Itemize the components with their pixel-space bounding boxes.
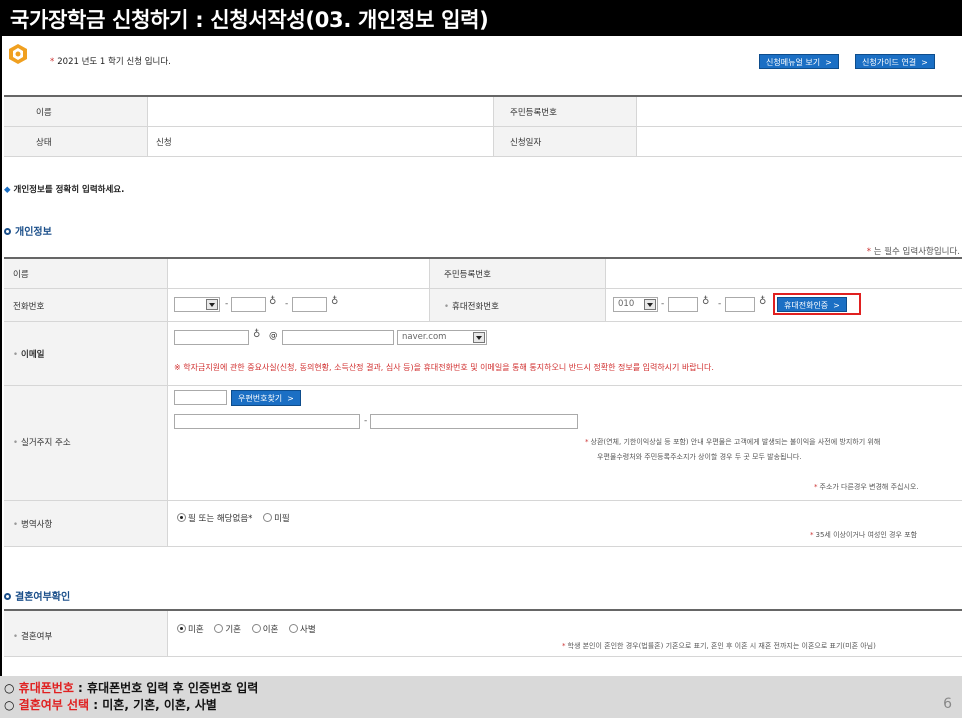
marriage-option-divorced[interactable]: 이혼 (251, 624, 278, 635)
circle-bullet-icon (4, 228, 11, 235)
marriage-radio-group: 미혼 기혼 이혼 사별 (177, 623, 324, 635)
email-domain-input[interactable] (282, 330, 394, 345)
summary-name-label: 이름 (36, 108, 52, 118)
zipcode-input[interactable] (174, 390, 227, 405)
mobile-last-input[interactable] (725, 297, 755, 312)
footer-note-1: ○ 휴대폰번호 : 휴대폰번호 입력 후 인증번호 입력 (4, 681, 259, 695)
radio-button[interactable] (177, 513, 186, 522)
phone-last-input[interactable] (292, 297, 327, 312)
personal-section-title: 개인정보 (4, 223, 52, 238)
footer-notes: ○ 휴대폰번호 : 휴대폰번호 입력 후 인증번호 입력 ○ 결혼여부 선택 :… (0, 676, 962, 718)
address-hint-3: * 주소가 다른경우 변경해 주십시오. (814, 483, 919, 491)
military-option-not-served[interactable]: 미필 (263, 513, 290, 524)
zipcode-search-button[interactable]: 우편번호찾기 > (231, 390, 301, 406)
phone-area-select[interactable] (174, 297, 220, 312)
email-label: • 이메일 (13, 350, 45, 360)
email-id-input[interactable] (174, 330, 249, 345)
chevron-right-icon: > (825, 58, 832, 67)
diamond-icon: ◆ (4, 185, 11, 195)
military-option-exempt[interactable]: 필 또는 해당없음* (177, 513, 252, 524)
semester-notice: * 2021 년도 1 학기 신청 입니다. (50, 57, 171, 67)
summary-status-label: 상태 (36, 138, 52, 148)
keyboard-icon[interactable]: ♁ (269, 296, 276, 307)
radio-button[interactable] (289, 624, 299, 633)
address-detail-input[interactable] (370, 414, 578, 429)
marriage-label: • 결혼여부 (13, 632, 53, 642)
mobile-label: • 휴대전화번호 (444, 302, 499, 312)
keyboard-icon[interactable]: ♁ (253, 329, 260, 340)
mobile-verify-button[interactable]: 휴대전화인증 > (777, 297, 847, 312)
required-note: * 는 필수 입력사항입니다. (866, 247, 960, 257)
circle-bullet-icon (4, 593, 11, 600)
military-hint: * 35세 이상이거나 여성인 경우 포함 (810, 531, 918, 539)
chevron-down-icon (206, 299, 218, 310)
page-title: 국가장학금 신청하기 : 신청서작성(03. 개인정보 입력) (0, 0, 962, 36)
address-label: • 실거주지 주소 (13, 438, 71, 448)
chevron-down-icon (644, 299, 656, 310)
email-warning: ※ 학자금지원에 관한 중요사실(신청, 동의현황, 소득산정 결과, 심사 등… (174, 363, 714, 372)
rrn-label: 주민등록번호 (444, 270, 491, 280)
summary-rrn-label: 주민등록번호 (510, 108, 557, 118)
chevron-down-icon (473, 332, 485, 343)
keyboard-icon[interactable]: ♁ (702, 296, 709, 307)
phone-label: 전화번호 (13, 302, 45, 312)
footer-note-2: ○ 결혼여부 선택 : 미혼, 기혼, 이혼, 사별 (4, 698, 217, 712)
chevron-right-icon: > (921, 58, 928, 67)
input-guide: ◆ 개인정보를 정확히 입력하세요. (4, 185, 125, 195)
mobile-prefix-select[interactable]: 010 (613, 297, 658, 312)
chevron-right-icon: > (833, 301, 840, 310)
marriage-option-married[interactable]: 기혼 (214, 624, 241, 635)
view-manual-button[interactable]: 신청메뉴얼 보기 > (759, 54, 839, 69)
chevron-right-icon: > (287, 394, 294, 403)
marriage-option-single[interactable]: 미혼 (177, 624, 204, 635)
open-guide-button[interactable]: 신청가이드 연결 > (855, 54, 935, 69)
radio-button[interactable] (263, 513, 273, 522)
summary-status-value: 신청 (156, 138, 172, 148)
email-at-sign: @ (269, 331, 278, 341)
radio-button[interactable] (251, 624, 261, 633)
keyboard-icon[interactable]: ♁ (331, 296, 338, 307)
military-label: • 병역사항 (13, 520, 53, 530)
summary-date-label: 신청일자 (510, 138, 542, 148)
radio-button[interactable] (177, 624, 186, 633)
military-radio-group: 필 또는 해당없음* 미필 (177, 512, 298, 524)
marriage-option-widowed[interactable]: 사별 (289, 624, 316, 635)
address-hint-2: 우편물수령처와 주민등록주소지가 상이할 경우 두 곳 모두 발송됩니다. (597, 453, 802, 461)
page-number: 6 (943, 696, 952, 712)
marriage-section-title: 결혼여부확인 (4, 588, 70, 603)
email-domain-select[interactable]: naver.com (397, 330, 487, 345)
radio-button[interactable] (214, 624, 224, 633)
address-hint-1: * 상환(연체, 기한이익상실 등 포함) 안내 우편물은 고객에게 발생되는 불… (585, 438, 881, 446)
marriage-hint: * 학생 본인이 혼인한 경우(법률혼) 기혼으로 표기, 혼인 후 이혼 시 재… (562, 642, 876, 650)
app-logo-icon (9, 44, 27, 64)
left-rule (0, 36, 2, 676)
keyboard-icon[interactable]: ♁ (759, 296, 766, 307)
name-label: 이름 (13, 270, 29, 280)
phone-middle-input[interactable] (231, 297, 266, 312)
address-main-input[interactable] (174, 414, 360, 429)
mobile-middle-input[interactable] (668, 297, 698, 312)
